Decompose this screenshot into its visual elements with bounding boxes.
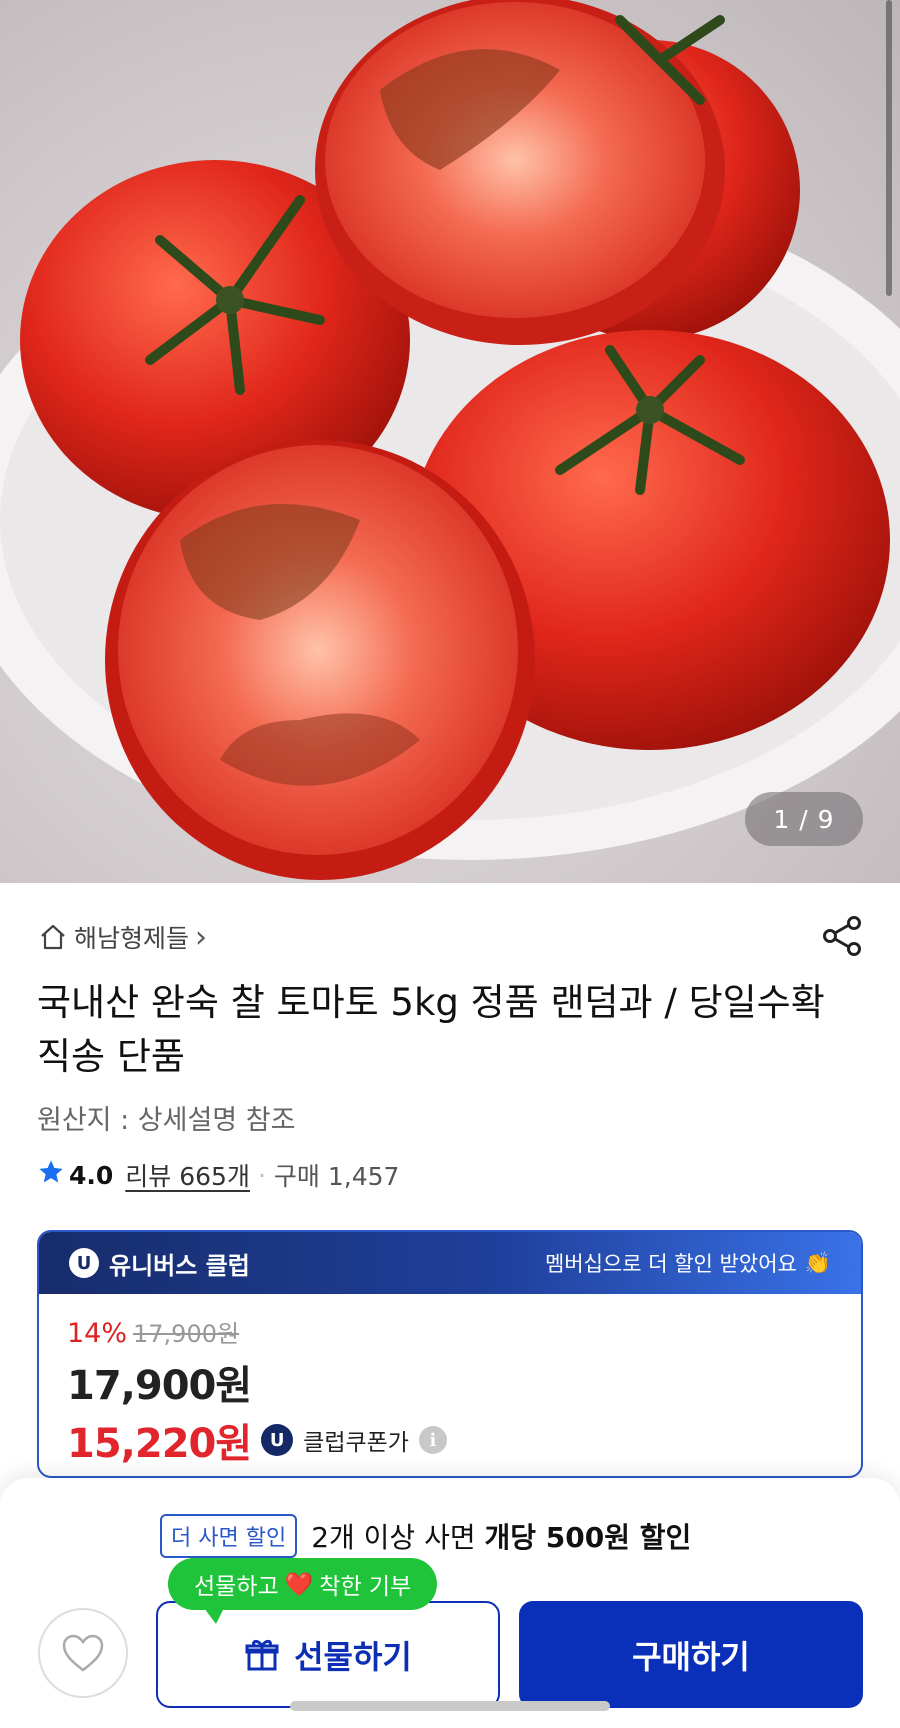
bubble-text-right: 착한 기부 <box>319 1574 412 1600</box>
image-counter: 1 / 9 <box>745 792 863 846</box>
info-icon[interactable]: i <box>418 1426 447 1454</box>
coupon-row: 15,220원 U 클럽쿠폰가 i <box>67 1411 833 1469</box>
tomato-photo <box>0 0 900 880</box>
club-message-text: 멤버십으로 더 할인 받았어요 <box>544 1252 797 1276</box>
sale-price: 17,900원 <box>67 1363 252 1409</box>
home-icon <box>38 922 68 952</box>
buy-button-label: 구매하기 <box>632 1637 750 1676</box>
promo-text: 2개 이상 사면 개당 500원 할인 <box>311 1516 691 1556</box>
rating-row: 4.0 리뷰 665개 · 구매 1,457 <box>37 1157 399 1193</box>
bulk-discount-promo: 더 사면 할인 2개 이상 사면 개당 500원 할인 <box>160 1514 691 1558</box>
home-indicator[interactable] <box>290 1701 610 1711</box>
rating-score: 4.0 <box>69 1160 114 1190</box>
bottom-action-sheet: 더 사면 할인 2개 이상 사면 개당 500원 할인 선물하고 ❤️ 착한 기… <box>0 1478 900 1728</box>
gift-donation-tooltip: 선물하고 ❤️ 착한 기부 <box>168 1558 438 1624</box>
clap-icon: 👏 <box>804 1250 831 1275</box>
buy-button[interactable]: 구매하기 <box>519 1601 863 1708</box>
scroll-indicator[interactable] <box>886 0 892 296</box>
club-message: 멤버십으로 더 할인 받았어요 👏 <box>545 1248 831 1278</box>
chevron-right-icon: › <box>195 919 208 955</box>
product-origin: 원산지 : 상세설명 참조 <box>37 1105 296 1136</box>
share-button[interactable] <box>820 914 864 962</box>
product-title: 국내산 완숙 찰 토마토 5kg 정품 랜덤과 / 당일수확직송 단품 <box>37 981 825 1078</box>
gift-icon <box>245 1639 279 1670</box>
universe-club-icon: U <box>69 1248 99 1278</box>
purchase-count: 구매 1,457 <box>273 1162 400 1191</box>
universe-club-icon: U <box>261 1424 294 1456</box>
reviews-link[interactable]: 리뷰 665개 <box>125 1157 250 1193</box>
coupon-price: 15,220원 <box>67 1421 252 1467</box>
discount-row: 14% 17,900원 <box>67 1314 833 1349</box>
bubble-text-left: 선물하고 <box>194 1574 279 1600</box>
club-body: 14% 17,900원 17,900원 15,220원 U 클럽쿠폰가 i <box>39 1294 861 1476</box>
product-image[interactable]: 1 / 9 <box>0 0 900 883</box>
star-icon <box>37 1158 65 1192</box>
heart-outline-icon <box>62 1634 104 1672</box>
club-price-card[interactable]: U 유니버스 클럽 멤버십으로 더 할인 받았어요 👏 14% 17,900원 … <box>37 1230 863 1478</box>
share-icon <box>823 916 861 956</box>
promo-tag: 더 사면 할인 <box>160 1514 298 1558</box>
gift-button-label: 선물하기 <box>294 1637 412 1676</box>
club-brand: U 유니버스 클럽 <box>69 1246 250 1281</box>
coupon-label: 클럽쿠폰가 <box>303 1430 409 1456</box>
heart-icon: ❤️ <box>284 1571 314 1598</box>
club-name: 유니버스 클럽 <box>109 1251 250 1280</box>
store-name: 해남형제들 <box>74 924 190 953</box>
store-link[interactable]: 해남형제들 › <box>38 918 207 956</box>
wishlist-button[interactable] <box>38 1608 128 1698</box>
promo-text-bold: 개당 500원 할인 <box>484 1521 692 1554</box>
club-header: U 유니버스 클럽 멤버십으로 더 할인 받았어요 👏 <box>39 1232 861 1294</box>
promo-text-prefix: 2개 이상 사면 <box>311 1521 485 1554</box>
original-price: 17,900원 <box>133 1320 240 1348</box>
separator: · <box>257 1160 266 1190</box>
discount-rate: 14% <box>67 1318 128 1349</box>
